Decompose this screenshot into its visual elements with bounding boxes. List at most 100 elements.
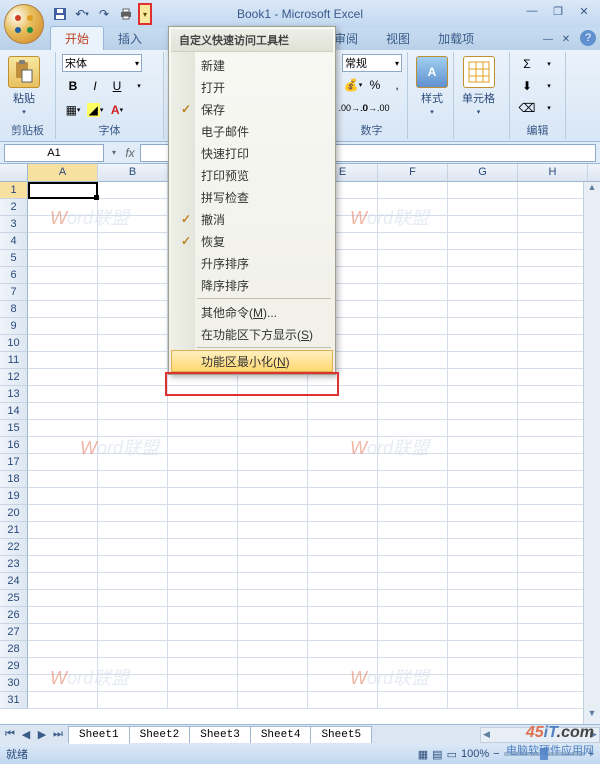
cell[interactable] — [518, 641, 588, 658]
cell[interactable] — [98, 522, 168, 539]
zoom-level[interactable]: 100% — [461, 748, 489, 760]
cell[interactable] — [518, 624, 588, 641]
font-name-select[interactable]: 宋体▾ — [62, 54, 142, 72]
office-button[interactable] — [4, 4, 44, 44]
help-button[interactable]: ? — [580, 30, 596, 46]
ribbon-close-button[interactable]: ✕ — [558, 32, 574, 46]
sheet-nav-first[interactable]: ⏮ — [2, 727, 18, 743]
cell[interactable] — [168, 573, 238, 590]
qat-menu-item[interactable]: 升序排序 — [171, 252, 333, 274]
cell[interactable] — [378, 522, 448, 539]
cell[interactable] — [98, 386, 168, 403]
row-header[interactable]: 10 — [0, 335, 28, 352]
minimize-button[interactable]: — — [520, 2, 544, 20]
cell[interactable] — [448, 233, 518, 250]
cell[interactable] — [98, 403, 168, 420]
cell[interactable] — [518, 199, 588, 216]
name-box[interactable]: A1 — [4, 144, 104, 162]
cell[interactable] — [378, 471, 448, 488]
cell[interactable] — [28, 692, 98, 709]
cell[interactable] — [238, 454, 308, 471]
cells-button[interactable]: 单元格 ▾ — [460, 54, 497, 118]
cell[interactable] — [168, 505, 238, 522]
cell[interactable] — [238, 692, 308, 709]
cell[interactable] — [28, 335, 98, 352]
cell[interactable] — [518, 556, 588, 573]
cell[interactable] — [28, 352, 98, 369]
cell[interactable] — [238, 505, 308, 522]
cell[interactable] — [448, 199, 518, 216]
row-header[interactable]: 23 — [0, 556, 28, 573]
italic-button[interactable]: I — [84, 76, 106, 96]
qat-menu-item[interactable]: 打印预览 — [171, 164, 333, 186]
cell[interactable] — [378, 675, 448, 692]
cell[interactable] — [98, 284, 168, 301]
cell[interactable] — [378, 556, 448, 573]
autosum-button[interactable]: Σ — [516, 54, 538, 74]
cell[interactable] — [168, 641, 238, 658]
cell[interactable] — [378, 624, 448, 641]
cell[interactable] — [448, 369, 518, 386]
cell[interactable] — [308, 386, 378, 403]
cell[interactable] — [238, 437, 308, 454]
cell[interactable] — [308, 624, 378, 641]
cell[interactable] — [98, 624, 168, 641]
row-header[interactable]: 20 — [0, 505, 28, 522]
cell[interactable] — [238, 607, 308, 624]
cell[interactable] — [378, 369, 448, 386]
qat-save-button[interactable] — [50, 4, 70, 24]
sheet-nav-next[interactable]: ▶ — [34, 727, 50, 743]
row-header[interactable]: 21 — [0, 522, 28, 539]
cell[interactable] — [28, 216, 98, 233]
row-header[interactable]: 13 — [0, 386, 28, 403]
cell[interactable] — [238, 573, 308, 590]
cell[interactable] — [98, 471, 168, 488]
qat-menu-item[interactable]: 拼写检查 — [171, 186, 333, 208]
col-header-H[interactable]: H — [518, 164, 588, 181]
cell[interactable] — [98, 437, 168, 454]
row-header[interactable]: 25 — [0, 590, 28, 607]
cell[interactable] — [28, 437, 98, 454]
cell[interactable] — [378, 233, 448, 250]
cell[interactable] — [28, 505, 98, 522]
cell[interactable] — [518, 233, 588, 250]
cell[interactable] — [518, 675, 588, 692]
tab-view[interactable]: 视图 — [372, 27, 424, 50]
row-header[interactable]: 27 — [0, 624, 28, 641]
cell[interactable] — [168, 471, 238, 488]
cell[interactable] — [98, 539, 168, 556]
restore-button[interactable]: ❐ — [546, 2, 570, 20]
cell[interactable] — [308, 675, 378, 692]
cell[interactable] — [98, 556, 168, 573]
bold-button[interactable]: B — [62, 76, 84, 96]
percent-button[interactable]: % — [364, 75, 386, 95]
cell[interactable] — [448, 641, 518, 658]
ribbon-minimize-button[interactable]: — — [540, 32, 556, 46]
cell[interactable] — [98, 590, 168, 607]
cell[interactable] — [98, 233, 168, 250]
cell[interactable] — [98, 641, 168, 658]
cell[interactable] — [168, 556, 238, 573]
cell[interactable] — [168, 522, 238, 539]
cell[interactable] — [98, 267, 168, 284]
col-header-G[interactable]: G — [448, 164, 518, 181]
cell[interactable] — [98, 250, 168, 267]
sheet-tab-4[interactable]: Sheet4 — [250, 726, 312, 743]
qat-menu-item[interactable]: 降序排序 — [171, 274, 333, 296]
currency-button[interactable]: 💰▾ — [342, 75, 364, 95]
row-header[interactable]: 1 — [0, 182, 28, 199]
cell[interactable] — [378, 284, 448, 301]
cell[interactable] — [448, 522, 518, 539]
cell[interactable] — [28, 573, 98, 590]
cell[interactable] — [28, 182, 98, 199]
row-header[interactable]: 3 — [0, 216, 28, 233]
cell[interactable] — [448, 675, 518, 692]
cell[interactable] — [308, 471, 378, 488]
cell[interactable] — [28, 539, 98, 556]
cell[interactable] — [448, 318, 518, 335]
row-header[interactable]: 2 — [0, 199, 28, 216]
view-pagebreak-button[interactable]: ▭ — [447, 748, 457, 761]
cell[interactable] — [168, 454, 238, 471]
row-header[interactable]: 26 — [0, 607, 28, 624]
cell[interactable] — [518, 590, 588, 607]
